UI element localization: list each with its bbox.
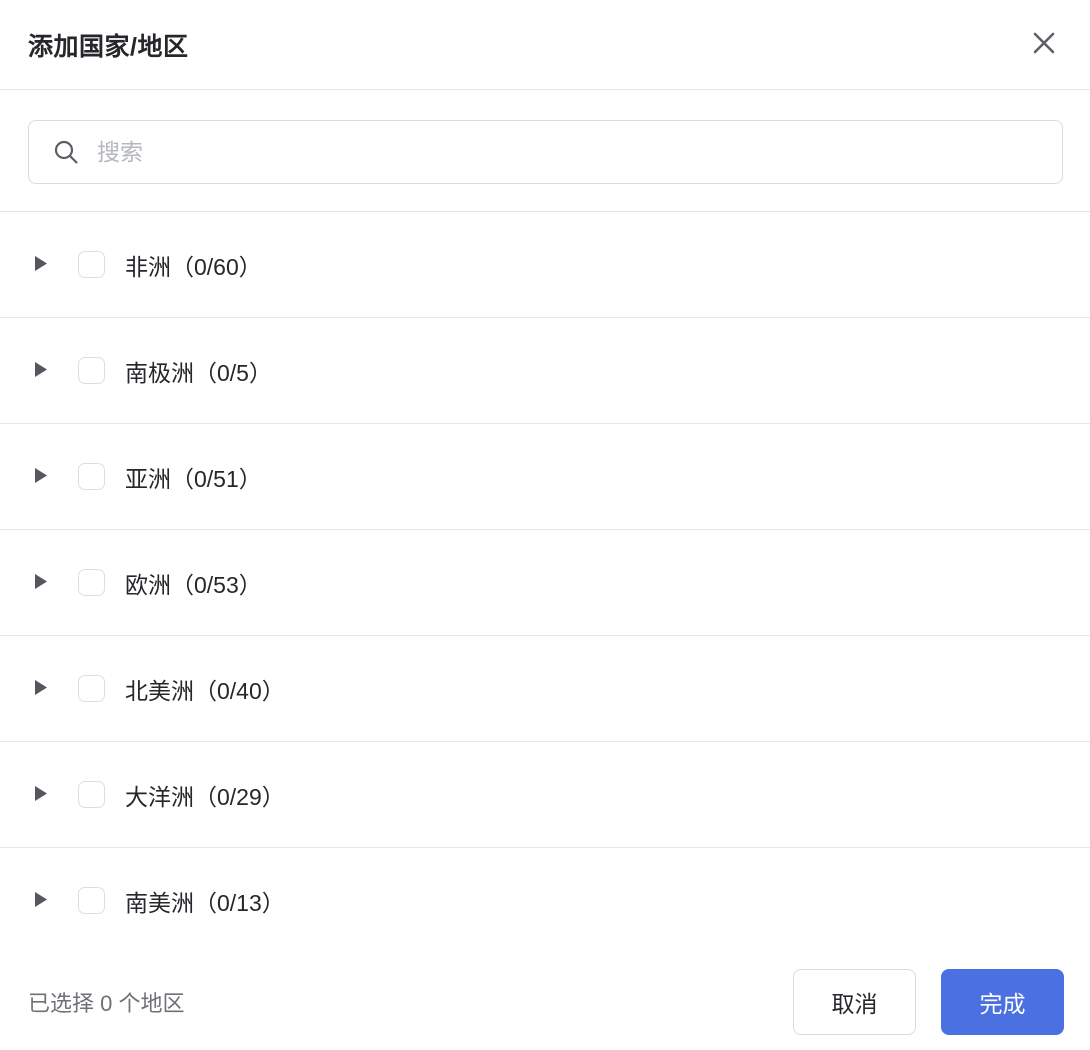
region-row-europe: 欧洲（0/53） [0,530,1090,636]
region-checkbox[interactable] [78,251,105,278]
triangle-right-icon [34,891,48,911]
add-country-region-dialog: 添加国家/地区 [0,0,1090,1050]
region-label: 南极洲（0/5） [125,354,272,388]
region-row-south-america: 南美洲（0/13） [0,848,1090,953]
footer-actions: 取消 完成 [793,969,1064,1035]
triangle-right-icon [34,573,48,593]
dialog-footer: 已选择 0 个地区 取消 完成 [0,953,1090,1050]
region-label: 亚洲（0/51） [125,460,262,494]
done-button[interactable]: 完成 [941,969,1064,1035]
expand-button[interactable] [33,361,49,381]
region-label: 大洋洲（0/29） [125,778,285,812]
expand-button[interactable] [33,679,49,699]
region-list: 非洲（0/60） 南极洲（0/5） 亚洲（0/51） [0,212,1090,953]
region-checkbox[interactable] [78,887,105,914]
triangle-right-icon [34,361,48,381]
search-input[interactable] [97,139,1042,166]
triangle-right-icon [34,785,48,805]
region-checkbox[interactable] [78,675,105,702]
region-label: 南美洲（0/13） [125,884,285,918]
region-checkbox[interactable] [78,357,105,384]
expand-button[interactable] [33,891,49,911]
close-icon [1028,27,1060,62]
expand-button[interactable] [33,255,49,275]
region-row-asia: 亚洲（0/51） [0,424,1090,530]
region-row-oceania: 大洋洲（0/29） [0,742,1090,848]
region-checkbox[interactable] [78,463,105,490]
region-row-north-america: 北美洲（0/40） [0,636,1090,742]
region-label: 非洲（0/60） [125,248,262,282]
close-button[interactable] [1024,25,1064,65]
expand-button[interactable] [33,785,49,805]
expand-button[interactable] [33,573,49,593]
region-row-antarctica: 南极洲（0/5） [0,318,1090,424]
selected-summary: 已选择 0 个地区 [28,986,184,1018]
search-section [0,90,1090,212]
dialog-header: 添加国家/地区 [0,0,1090,90]
expand-button[interactable] [33,467,49,487]
region-row-africa: 非洲（0/60） [0,212,1090,318]
region-checkbox[interactable] [78,781,105,808]
triangle-right-icon [34,679,48,699]
region-label: 北美洲（0/40） [125,672,285,706]
search-icon [52,138,80,166]
cancel-button[interactable]: 取消 [793,969,916,1035]
search-box[interactable] [28,120,1063,184]
triangle-right-icon [34,467,48,487]
triangle-right-icon [34,255,48,275]
dialog-title: 添加国家/地区 [28,27,188,63]
region-checkbox[interactable] [78,569,105,596]
region-label: 欧洲（0/53） [125,566,262,600]
